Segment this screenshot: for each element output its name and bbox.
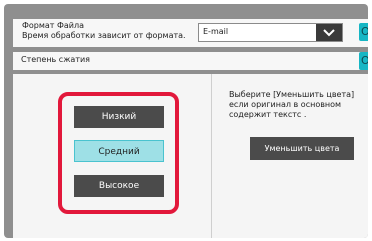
file-format-label: Формат Файла Время обработки зависит от … [22, 21, 186, 41]
file-format-row: Формат Файла Время обработки зависит от … [13, 19, 368, 47]
hint-line-3: содержит текстс . [229, 110, 307, 119]
level-high-button[interactable]: Высокое [74, 175, 164, 197]
ok-button-compression[interactable]: OK [359, 52, 368, 70]
screen: Формат Файла Время обработки зависит от … [4, 4, 368, 238]
compression-panel: Низкий Средний Высокое Выберите [Уменьши… [13, 74, 368, 238]
level-low-button[interactable]: Низкий [74, 106, 164, 128]
file-format-title: Формат Файла [22, 21, 85, 30]
level-medium-button[interactable]: Средний [74, 140, 164, 162]
hint-line-1: Выберите [Уменьшить цвета] [229, 90, 355, 99]
ok-button-format[interactable]: OK [359, 23, 368, 41]
file-format-select[interactable]: E-mail [198, 23, 343, 42]
reduce-colors-hint: Выберите [Уменьшить цвета] если оригинал… [229, 90, 364, 120]
reduce-colors-button[interactable]: Уменьшить цвета [250, 137, 354, 160]
compression-level-group: Низкий Средний Высокое [58, 92, 179, 214]
compression-label: Степень сжатия [21, 55, 90, 64]
file-format-value: E-mail [203, 27, 229, 36]
file-format-note: Время обработки зависит от формата. [22, 31, 186, 40]
compression-row: Степень сжатия OK [13, 52, 368, 70]
hint-line-2: если оригинал в основном [229, 100, 342, 109]
panel-divider [211, 74, 212, 238]
chevron-down-icon[interactable] [316, 24, 342, 41]
